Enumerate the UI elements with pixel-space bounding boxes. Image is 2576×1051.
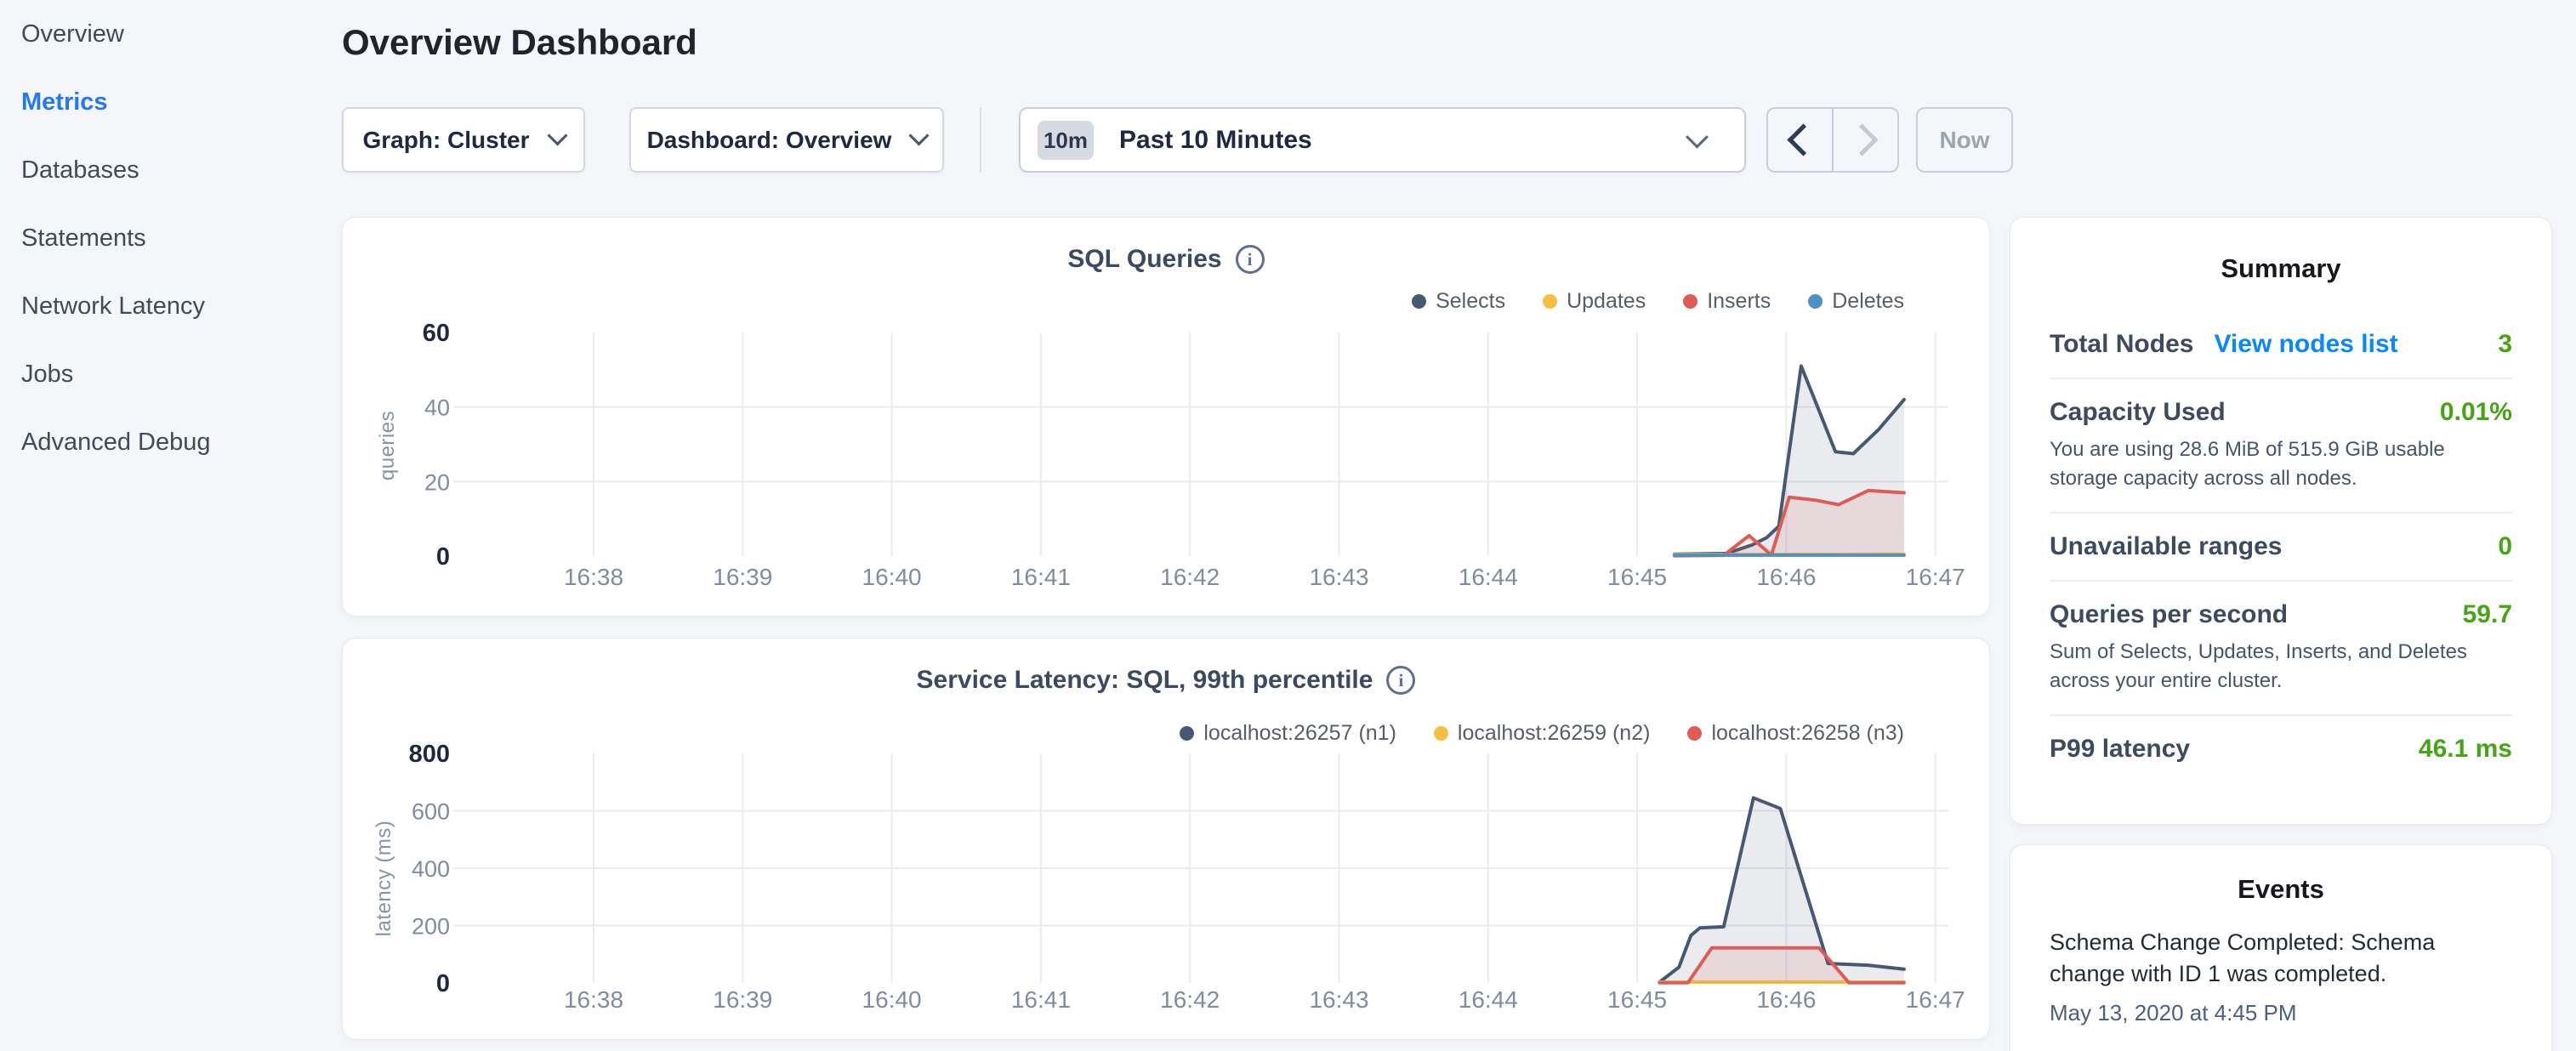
svg-text:16:45: 16:45 bbox=[1607, 564, 1667, 590]
svg-text:800: 800 bbox=[409, 741, 450, 768]
now-button[interactable]: Now bbox=[1916, 107, 2013, 173]
svg-text:20: 20 bbox=[424, 469, 450, 495]
svg-text:16:39: 16:39 bbox=[713, 564, 772, 590]
events-panel: Events Schema Change Completed: Schema c… bbox=[2010, 844, 2552, 1051]
summary-row-value: 46.1 ms bbox=[2419, 735, 2512, 764]
svg-text:0: 0 bbox=[436, 543, 450, 571]
dashboard-dropdown[interactable]: Dashboard: Overview bbox=[629, 107, 944, 173]
summary-row-description: Sum of Selects, Updates, Inserts, and De… bbox=[2050, 638, 2512, 696]
chevron-down-icon bbox=[547, 125, 567, 145]
sidebar-item-jobs[interactable]: Jobs bbox=[21, 340, 327, 408]
svg-text:16:44: 16:44 bbox=[1459, 986, 1518, 1013]
summary-row-value: 3 bbox=[2498, 330, 2512, 359]
svg-text:16:40: 16:40 bbox=[862, 986, 922, 1013]
summary-row: Unavailable ranges 0 bbox=[2050, 514, 2512, 582]
summary-row-value: 0 bbox=[2498, 532, 2512, 561]
sidebar-item-overview[interactable]: Overview bbox=[21, 0, 327, 68]
svg-text:16:44: 16:44 bbox=[1459, 564, 1518, 590]
summary-row-label: Capacity Used bbox=[2050, 398, 2226, 427]
chart-canvas[interactable]: 0 200 400 600 800 16:38 16:39 16:40 16:41 16:42 16… bbox=[343, 639, 1991, 1041]
summary-row-description: You are using 28.6 MiB of 515.9 GiB usab… bbox=[2050, 435, 2512, 493]
summary-row-value: 59.7 bbox=[2463, 600, 2512, 629]
graph-dropdown-label: Graph: Cluster bbox=[362, 127, 529, 154]
svg-text:16:46: 16:46 bbox=[1756, 986, 1816, 1013]
summary-panel: Summary Total Nodes View nodes list 3 Capac… bbox=[2010, 217, 2552, 825]
time-step-buttons bbox=[1766, 107, 1899, 173]
summary-rows: Total Nodes View nodes list 3 Capacity Used… bbox=[2050, 311, 2512, 782]
svg-text:40: 40 bbox=[424, 395, 450, 421]
prev-time-button[interactable] bbox=[1768, 109, 1834, 171]
app-root: OverviewMetricsDatabasesStatementsNetwor… bbox=[0, 0, 2576, 1051]
summary-row-label: Queries per second bbox=[2050, 600, 2288, 629]
svg-text:16:42: 16:42 bbox=[1160, 986, 1220, 1013]
sidebar-item-network-latency[interactable]: Network Latency bbox=[21, 272, 327, 340]
time-range-badge: 10m bbox=[1038, 121, 1094, 160]
chevron-right-icon bbox=[1845, 123, 1878, 156]
chevron-down-icon bbox=[1686, 125, 1709, 148]
svg-text:200: 200 bbox=[412, 914, 450, 940]
svg-text:16:41: 16:41 bbox=[1011, 564, 1071, 590]
event-timestamp: May 13, 2020 at 4:45 PM bbox=[2050, 1000, 2512, 1026]
sql-queries-chart-card: SQL Queries i SelectsUpdatesInsertsDelet… bbox=[342, 217, 1990, 616]
summary-row: Queries per second 59.7 Sum of Selects, Up… bbox=[2050, 582, 2512, 716]
svg-text:16:45: 16:45 bbox=[1607, 986, 1667, 1013]
toolbar-divider bbox=[980, 107, 981, 173]
sidebar-item-advanced-debug[interactable]: Advanced Debug bbox=[21, 408, 327, 476]
sidebar-item-statements[interactable]: Statements bbox=[21, 204, 327, 272]
time-range-label: Past 10 Minutes bbox=[1119, 126, 1312, 155]
svg-text:16:41: 16:41 bbox=[1011, 986, 1071, 1013]
svg-text:16:38: 16:38 bbox=[564, 564, 623, 590]
svg-text:16:47: 16:47 bbox=[1906, 564, 1965, 590]
summary-row-value: 0.01% bbox=[2440, 398, 2512, 427]
summary-row: Capacity Used 0.01% You are using 28.6 MiB… bbox=[2050, 379, 2512, 514]
events-title: Events bbox=[2010, 845, 2551, 905]
summary-row-label: Unavailable ranges bbox=[2050, 532, 2282, 561]
svg-text:16:43: 16:43 bbox=[1309, 986, 1368, 1013]
svg-text:16:40: 16:40 bbox=[862, 564, 922, 590]
svg-text:16:46: 16:46 bbox=[1756, 564, 1816, 590]
service-latency-chart-card: Service Latency: SQL, 99th percentile i … bbox=[342, 638, 1990, 1040]
summary-row-label: Total Nodes bbox=[2050, 330, 2193, 359]
summary-row: Total Nodes View nodes list 3 bbox=[2050, 311, 2512, 379]
dashboard-dropdown-label: Dashboard: Overview bbox=[647, 127, 892, 154]
chevron-down-icon bbox=[909, 125, 930, 145]
graph-dropdown[interactable]: Graph: Cluster bbox=[342, 107, 585, 173]
sidebar-nav: OverviewMetricsDatabasesStatementsNetwor… bbox=[21, 0, 327, 476]
svg-text:60: 60 bbox=[423, 320, 450, 347]
event-text: Schema Change Completed: Schema change w… bbox=[2050, 927, 2458, 990]
page-title: Overview Dashboard bbox=[342, 22, 697, 63]
svg-text:400: 400 bbox=[412, 856, 450, 882]
summary-title: Summary bbox=[2010, 218, 2551, 284]
events-list: Schema Change Completed: Schema change w… bbox=[2010, 927, 2551, 1026]
time-range-selector[interactable]: 10m Past 10 Minutes bbox=[1019, 107, 1746, 173]
sidebar-item-databases[interactable]: Databases bbox=[21, 136, 327, 204]
svg-text:0: 0 bbox=[436, 970, 450, 997]
view-nodes-link[interactable]: View nodes list bbox=[2214, 330, 2397, 359]
svg-text:600: 600 bbox=[412, 799, 450, 825]
svg-text:16:42: 16:42 bbox=[1160, 564, 1220, 590]
chart-canvas[interactable]: 0 20 40 60 16:38 16:39 16:40 16:41 16:42 16:43 16:… bbox=[343, 218, 1991, 617]
svg-text:16:38: 16:38 bbox=[564, 986, 623, 1013]
sidebar-item-metrics[interactable]: Metrics bbox=[21, 68, 327, 136]
summary-row-label: P99 latency bbox=[2050, 735, 2190, 764]
summary-row: P99 latency 46.1 ms bbox=[2050, 716, 2512, 782]
chevron-left-icon bbox=[1787, 123, 1819, 156]
svg-text:16:47: 16:47 bbox=[1906, 986, 1965, 1013]
event-item[interactable]: Schema Change Completed: Schema change w… bbox=[2050, 927, 2512, 1026]
svg-text:16:43: 16:43 bbox=[1309, 564, 1368, 590]
svg-text:16:39: 16:39 bbox=[713, 986, 772, 1013]
next-time-button[interactable] bbox=[1834, 109, 1897, 171]
